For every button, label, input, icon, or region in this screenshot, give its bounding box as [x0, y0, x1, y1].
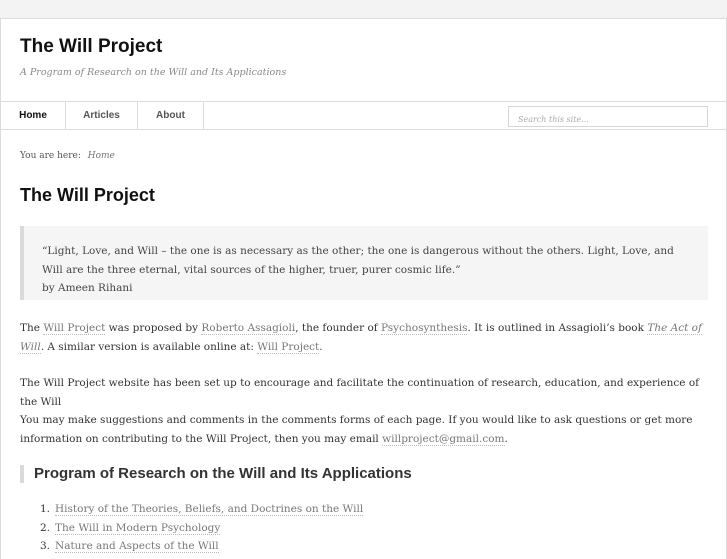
- page-title: The Will Project: [20, 185, 155, 205]
- search-input[interactable]: [516, 110, 700, 129]
- text: .: [319, 340, 323, 353]
- link-psychosynthesis[interactable]: Psychosynthesis: [381, 322, 468, 335]
- quote-attribution: by Ameen Rihani: [42, 282, 133, 294]
- text: .: [504, 432, 508, 445]
- link-will-project-online[interactable]: Will Project: [257, 340, 320, 354]
- page: The Will Project A Program of Research o…: [0, 18, 727, 559]
- intro-paragraph: The Will Project was proposed by Roberto…: [20, 319, 710, 356]
- nav-item-home[interactable]: Home: [1, 102, 66, 129]
- contact-paragraph: You may make suggestions and comments in…: [20, 411, 710, 448]
- list-item: 1. History of the Theories, Beliefs, and …: [20, 500, 364, 519]
- breadcrumb-home[interactable]: Home: [88, 151, 115, 161]
- quote-text: “Light, Love, and Will – the one is as n…: [42, 245, 674, 276]
- list-number: 2.: [40, 521, 51, 534]
- research-list: 1. History of the Theories, Beliefs, and …: [20, 500, 364, 556]
- link-will-project[interactable]: Will Project: [43, 322, 106, 335]
- list-number: 1.: [40, 503, 51, 515]
- list-link[interactable]: Nature and Aspects of the Will: [55, 540, 219, 553]
- breadcrumb: You are here: Home: [20, 151, 115, 161]
- list-item: 2. The Will in Modern Psychology: [20, 519, 363, 538]
- blockquote: “Light, Love, and Will – the one is as n…: [20, 226, 708, 300]
- text: The: [20, 322, 44, 334]
- text: . A similar version is available online …: [40, 340, 258, 353]
- list-number: 3.: [40, 540, 51, 552]
- main-nav: Home Articles About: [1, 101, 726, 130]
- text: . It is outlined in Assagioli’s book: [467, 322, 648, 334]
- nav-item-articles[interactable]: Articles: [66, 102, 138, 129]
- email-link[interactable]: willproject@gmail.com: [382, 432, 505, 446]
- site-header: The Will Project A Program of Research o…: [1, 19, 726, 101]
- list-item: 3. Nature and Aspects of the Will: [20, 537, 363, 556]
- section-heading: Program of Research on the Will and Its …: [20, 465, 412, 483]
- text: , the founder of: [295, 322, 381, 334]
- list-link[interactable]: The Will in Modern Psychology: [55, 521, 221, 535]
- site-title[interactable]: The Will Project: [20, 36, 162, 58]
- text: was proposed by: [105, 322, 202, 334]
- link-roberto-assagioli[interactable]: Roberto Assagioli: [201, 322, 296, 335]
- search-box: [508, 106, 708, 129]
- breadcrumb-prefix: You are here:: [20, 151, 81, 161]
- list-link[interactable]: History of the Theories, Beliefs, and Do…: [55, 503, 364, 516]
- nav-item-about[interactable]: About: [138, 102, 204, 129]
- purpose-paragraph: The Will Project website has been set up…: [20, 377, 700, 408]
- site-description: A Program of Research on the Will and It…: [20, 67, 287, 78]
- text: You may make suggestions and comments in…: [20, 414, 693, 445]
